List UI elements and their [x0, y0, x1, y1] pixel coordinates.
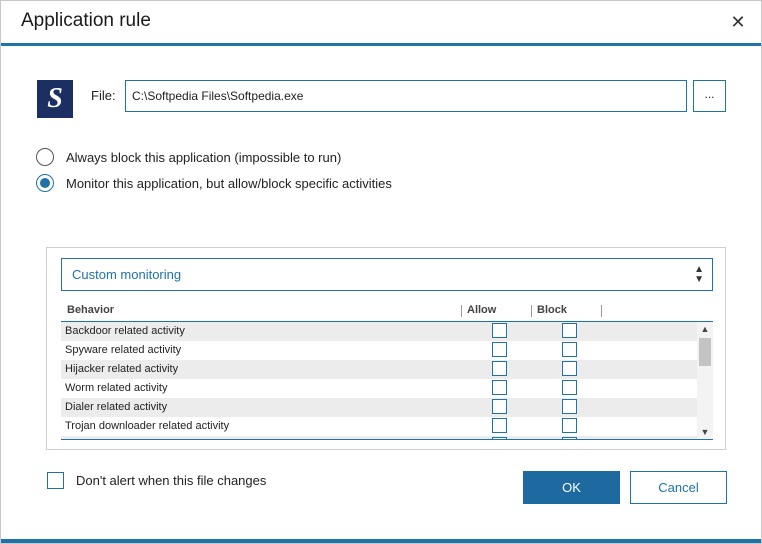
block-checkbox[interactable]: [562, 380, 577, 395]
behavior-label: Dialer related activity: [65, 401, 168, 413]
allow-checkbox[interactable]: [492, 380, 507, 395]
table-row[interactable]: Dialer related activity: [61, 398, 697, 417]
app-icon-letter: S: [47, 83, 63, 114]
behavior-label: Trojan downloader related activity: [65, 420, 230, 432]
behavior-label: Worm related activity: [65, 382, 168, 394]
table-row[interactable]: Hijacker related activity: [61, 360, 697, 379]
allow-checkbox[interactable]: [492, 323, 507, 338]
title-bar: Application rule ✕: [1, 1, 761, 46]
table-row[interactable]: Spyware related activity: [61, 341, 697, 360]
block-checkbox[interactable]: [562, 323, 577, 338]
table-bottom-border: [61, 439, 713, 440]
column-separator: [601, 305, 602, 317]
bottom-accent-bar: [1, 539, 761, 543]
block-checkbox[interactable]: [562, 342, 577, 357]
chevron-up-icon[interactable]: ▲: [697, 322, 713, 336]
column-separator: [461, 305, 462, 317]
dont-alert-checkbox[interactable]: [47, 472, 64, 489]
table-row[interactable]: Trojan downloader related activity: [61, 417, 697, 436]
column-header-block[interactable]: Block: [537, 304, 567, 316]
column-header-allow[interactable]: Allow: [467, 304, 496, 316]
close-icon[interactable]: ✕: [725, 9, 751, 35]
column-separator: [531, 305, 532, 317]
radio-always-block[interactable]: Always block this application (impossibl…: [36, 148, 341, 166]
radio-button[interactable]: [36, 148, 54, 166]
app-icon: S: [37, 80, 73, 118]
allow-checkbox[interactable]: [492, 361, 507, 376]
column-header-behavior[interactable]: Behavior: [67, 304, 114, 316]
monitoring-mode-select[interactable]: Custom monitoring ▲ ▼: [61, 258, 713, 291]
file-label: File:: [91, 88, 116, 103]
radio-monitor-application[interactable]: Monitor this application, but allow/bloc…: [36, 174, 392, 192]
block-checkbox[interactable]: [562, 361, 577, 376]
radio-button[interactable]: [36, 174, 54, 192]
table-header: Behavior Allow Block: [61, 301, 713, 322]
application-rule-dialog: Application rule ✕ S File: ... Always bl…: [0, 0, 762, 544]
updown-arrows-icon: ▲ ▼: [694, 263, 704, 285]
table-row[interactable]: Worm related activity: [61, 379, 697, 398]
behavior-label: Spyware related activity: [65, 344, 182, 356]
radio-label: Monitor this application, but allow/bloc…: [66, 175, 392, 191]
table-row[interactable]: Backdoor related activity: [61, 322, 697, 341]
allow-checkbox[interactable]: [492, 342, 507, 357]
behavior-table: Behavior Allow Block Backdoor related ac…: [61, 301, 713, 441]
block-checkbox[interactable]: [562, 418, 577, 433]
file-path-input[interactable]: [125, 80, 687, 112]
dialog-title: Application rule: [21, 10, 151, 31]
radio-label: Always block this application (impossibl…: [66, 149, 342, 165]
block-checkbox[interactable]: [562, 399, 577, 414]
allow-checkbox[interactable]: [492, 418, 507, 433]
behavior-label: Hijacker related activity: [65, 363, 179, 375]
ok-button[interactable]: OK: [523, 471, 620, 504]
behavior-label: Backdoor related activity: [65, 325, 185, 337]
browse-button[interactable]: ...: [693, 80, 726, 112]
vertical-scrollbar[interactable]: ▲ ▼: [697, 322, 713, 439]
allow-checkbox[interactable]: [492, 399, 507, 414]
monitoring-group: Custom monitoring ▲ ▼ Behavior Allow Bloc…: [46, 247, 726, 450]
scrollbar-thumb[interactable]: [699, 338, 711, 366]
dont-alert-label: Don't alert when this file changes: [76, 473, 267, 488]
table-body: Backdoor related activity Spyware relate…: [61, 322, 697, 439]
cancel-button[interactable]: Cancel: [630, 471, 727, 504]
select-value: Custom monitoring: [72, 267, 182, 282]
dont-alert-option[interactable]: Don't alert when this file changes: [47, 472, 266, 489]
chevron-down-icon[interactable]: ▼: [697, 425, 713, 439]
